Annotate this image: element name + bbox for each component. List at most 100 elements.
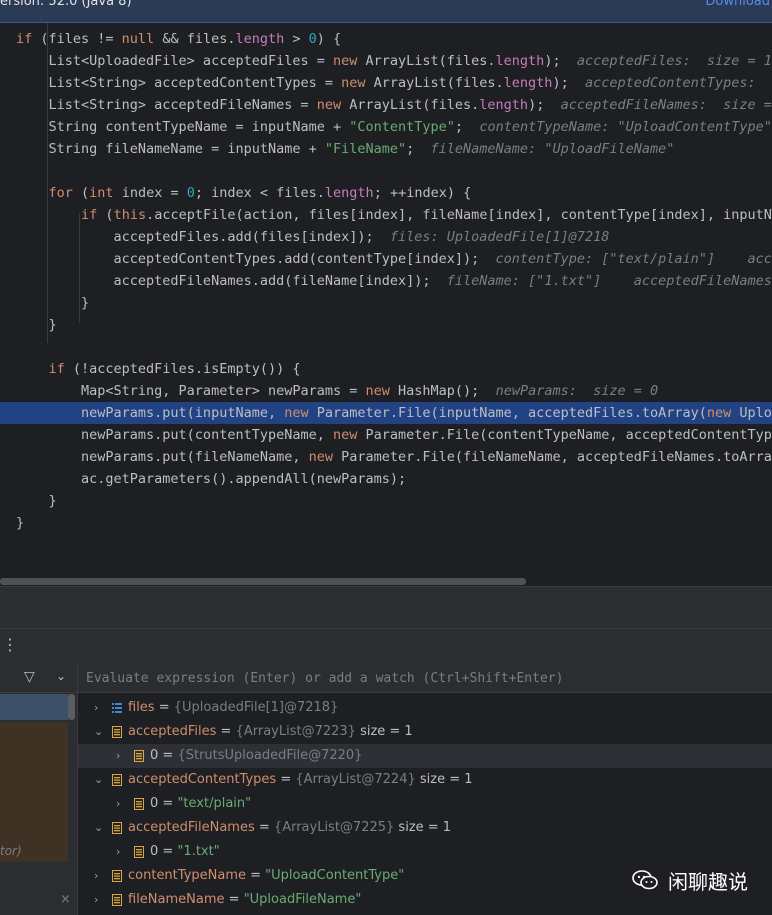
code-token: ( <box>97 207 114 223</box>
horizontal-scrollbar-thumb[interactable] <box>0 578 526 585</box>
code-token: new <box>332 53 358 69</box>
variable-text: files = {UploadedFile[1]@7218} <box>128 696 338 720</box>
variable-equals: = <box>158 796 178 811</box>
variable-equals: = <box>154 700 174 715</box>
variable-text: fileNameName = "UploadFileName" <box>128 888 361 912</box>
variable-row[interactable]: › files = {UploadedFile[1]@7218} <box>78 696 772 720</box>
expand-arrow-icon[interactable]: › <box>94 888 98 912</box>
frames-scrollbar-thumb[interactable] <box>68 694 75 720</box>
code-token: && files. <box>154 31 236 47</box>
variable-row[interactable]: › 0 = {StrutsUploadedFile@7220} <box>78 744 772 768</box>
code-token: Parameter.File(fileNameName, acceptedFil… <box>333 449 772 465</box>
code-editor[interactable]: if (files != null && files.length > 0) {… <box>0 23 772 585</box>
code-token: length <box>479 97 529 113</box>
code-line[interactable]: acceptedFileNames.add(fileName[index]); … <box>0 270 772 292</box>
code-token: UploadedFile[acc <box>739 405 772 421</box>
download-link[interactable]: Download <box>705 0 770 9</box>
variable-text: 0 = {StrutsUploadedFile@7220} <box>150 744 362 768</box>
more-vertical-icon[interactable]: ⋮ <box>2 635 18 654</box>
code-line[interactable]: acceptedFiles.add(files[index]); files: … <box>0 226 772 248</box>
field-icon <box>112 774 122 786</box>
code-line[interactable]: List<String> acceptedFileNames = new Arr… <box>0 94 772 116</box>
variable-name: acceptedContentTypes <box>128 772 277 787</box>
variable-text: acceptedFiles = {ArrayList@7223} size = … <box>128 720 413 744</box>
code-line[interactable]: ac.getParameters().appendAll(newParams); <box>0 468 772 490</box>
code-lines[interactable]: if (files != null && files.length > 0) {… <box>0 28 772 534</box>
variable-type: {StrutsUploadedFile@7220} <box>177 748 363 763</box>
code-token: new <box>341 75 366 91</box>
collapse-arrow-icon[interactable]: ⌄ <box>94 768 103 792</box>
array-icon <box>112 703 122 713</box>
code-line[interactable] <box>0 160 772 182</box>
code-token: } <box>16 493 57 509</box>
variable-row[interactable]: › 0 = "1.txt" <box>78 840 772 864</box>
code-token: new <box>365 383 390 399</box>
code-line[interactable]: } <box>0 292 772 314</box>
inline-value-hint: fileName: ["1.txt"] acceptedFileNames: s… <box>446 273 772 289</box>
code-line[interactable]: String contentTypeName = inputName + "Co… <box>0 116 772 138</box>
code-line[interactable]: List<String> acceptedContentTypes = new … <box>0 72 772 94</box>
variable-row[interactable]: ⌄ acceptedFileNames = {ArrayList@7225} si… <box>78 816 772 840</box>
expand-arrow-icon[interactable]: › <box>94 696 98 720</box>
code-token: } <box>16 295 90 311</box>
code-token: new <box>284 405 309 421</box>
collapse-arrow-icon[interactable]: ⌄ <box>94 720 103 744</box>
chevron-down-icon[interactable]: ⌄ <box>56 669 66 683</box>
selected-frame[interactable] <box>0 694 68 720</box>
code-line[interactable]: } <box>0 512 772 534</box>
code-line[interactable]: } <box>0 314 772 336</box>
field-icon <box>112 726 122 738</box>
code-token: int <box>89 185 114 201</box>
code-line[interactable]: newParams.put(contentTypeName, new Param… <box>0 424 772 446</box>
variable-row[interactable]: ⌄ acceptedFiles = {ArrayList@7223} size =… <box>78 720 772 744</box>
field-icon <box>112 870 122 882</box>
variable-row[interactable]: ⌄ acceptedContentTypes = {ArrayList@7224}… <box>78 768 772 792</box>
field-icon <box>112 894 122 906</box>
code-line[interactable]: if (files != null && files.length > 0) { <box>0 28 772 50</box>
variable-name: files <box>128 700 155 715</box>
expand-arrow-icon[interactable]: › <box>116 744 120 768</box>
variable-value: "1.txt" <box>177 844 220 859</box>
inline-value-hint: newParams: size = 0 <box>495 383 659 399</box>
code-line[interactable]: if (!acceptedFiles.isEmpty()) { <box>0 358 772 380</box>
code-line[interactable]: for (int index = 0; index < files.length… <box>0 182 772 204</box>
code-line[interactable]: String fileNameName = inputName + "FileN… <box>0 138 772 160</box>
variable-equals: = <box>245 868 266 883</box>
variable-equals: = <box>216 724 236 739</box>
code-line[interactable]: acceptedContentTypes.add(contentType[ind… <box>0 248 772 270</box>
inline-value-hint: contentTypeName: "UploadContentType" <box>479 119 772 135</box>
library-frames[interactable] <box>0 722 68 862</box>
code-line[interactable]: newParams.put(fileNameName, new Paramete… <box>0 446 772 468</box>
code-line[interactable]: Map<String, Parameter> newParams = new H… <box>0 380 772 402</box>
code-token: ); <box>544 53 577 69</box>
variable-text: 0 = "1.txt" <box>150 840 220 864</box>
code-line[interactable]: } <box>0 490 772 512</box>
collapse-arrow-icon[interactable]: ⌄ <box>94 816 103 840</box>
code-token: Parameter.File(inputName, acceptedFiles.… <box>308 405 707 421</box>
expand-arrow-icon[interactable]: › <box>116 840 120 864</box>
code-token: ; <box>454 119 480 135</box>
inline-value-hint: acceptedFiles: size = 1 <box>576 53 772 69</box>
code-token: newParams.put(fileNameName, <box>16 449 309 465</box>
filter-icon[interactable]: ▽ <box>24 669 35 685</box>
current-execution-line[interactable]: newParams.put(inputName, new Parameter.F… <box>0 402 772 424</box>
code-token: String fileNameName = inputName + <box>16 141 325 157</box>
code-token: (!acceptedFiles.isEmpty()) { <box>64 361 301 377</box>
code-token: Map<String, Parameter> newParams = <box>16 383 366 399</box>
code-line[interactable]: List<UploadedFile> acceptedFiles = new A… <box>0 50 772 72</box>
expand-arrow-icon[interactable]: › <box>116 792 120 816</box>
code-token: List<String> acceptedFileNames = <box>16 97 317 113</box>
variable-row[interactable]: › 0 = "text/plain" <box>78 792 772 816</box>
close-icon[interactable]: × <box>60 892 71 907</box>
code-line[interactable] <box>0 336 772 358</box>
code-line[interactable]: if (this.acceptFile(action, files[index]… <box>0 204 772 226</box>
inline-value-hint: files: UploadedFile[1]@7218 <box>389 229 610 245</box>
expand-arrow-icon[interactable]: › <box>94 864 98 888</box>
variable-type: {ArrayList@7224} <box>295 772 416 787</box>
evaluate-expression-input[interactable] <box>78 664 772 693</box>
code-token: List<String> acceptedContentTypes = <box>16 75 342 91</box>
variable-type: {UploadedFile[1]@7218} <box>173 700 339 715</box>
variable-equals: = <box>158 748 178 763</box>
code-token: ); <box>552 75 585 91</box>
